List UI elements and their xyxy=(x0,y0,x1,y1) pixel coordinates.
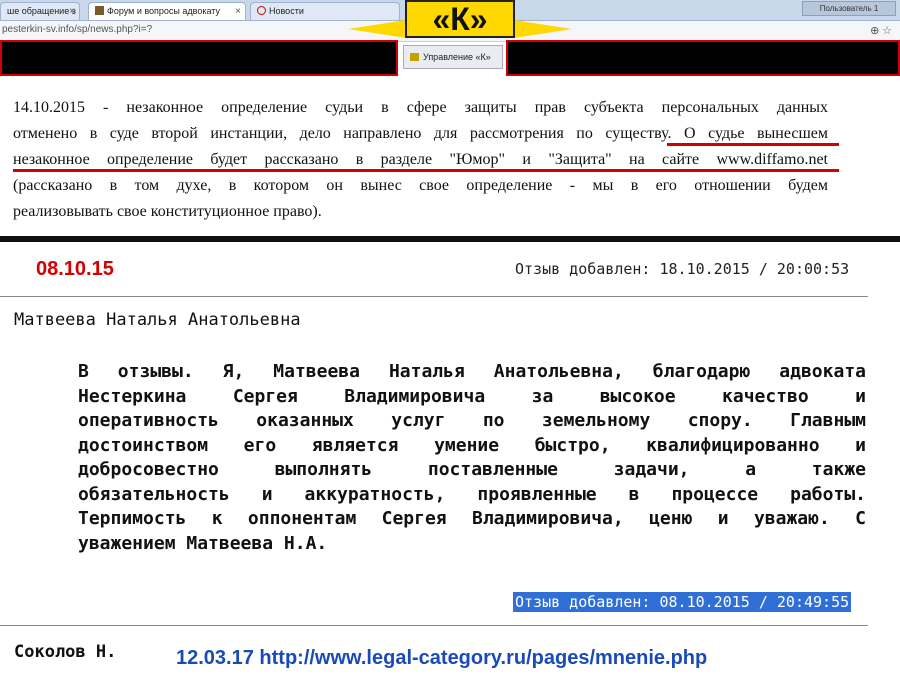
red-underline xyxy=(667,143,839,146)
review-line: Терпимость к оппонентам Сергея Владимиро… xyxy=(78,508,866,529)
review-author: Соколов Н. xyxy=(14,642,117,662)
review-line: Нестеркина Сергея Владимировича за высок… xyxy=(78,385,866,407)
arrow-right-icon xyxy=(514,20,572,38)
bookmark-label: Управление «К» xyxy=(423,52,491,62)
review-separator xyxy=(0,625,868,626)
tab-label: ше обращение з xyxy=(7,6,76,16)
close-tab-icon[interactable]: × xyxy=(69,3,75,20)
tab-appeals[interactable]: ше обращение з × xyxy=(0,2,80,20)
notice-paragraph: 14.10.2015 - незаконное определение судь… xyxy=(13,95,828,225)
tab-forum[interactable]: Форум и вопросы адвокату × xyxy=(88,2,246,20)
review-line: достоинством его является умение быстро,… xyxy=(78,434,866,456)
arrow-left-icon xyxy=(348,20,406,38)
notice-line: (рассказано в том духе, в котором он вын… xyxy=(13,177,828,194)
user-profile-button[interactable]: Пользователь 1 xyxy=(802,1,896,16)
section-divider xyxy=(0,236,900,242)
notice-line: реализовывать свое конституционное право… xyxy=(13,203,322,220)
review-text: В отзывы. Я, Матвеева Наталья Анатольевн… xyxy=(78,360,866,556)
tab-label: Новости xyxy=(269,6,304,16)
site-favicon-icon xyxy=(95,6,104,15)
review-added-timestamp: Отзыв добавлен: 18.10.2015 / 20:00:53 xyxy=(515,260,850,278)
review-separator xyxy=(0,296,868,297)
review-line: добросовестно выполнять поставленные зад… xyxy=(78,459,866,480)
redacted-bar-right xyxy=(506,40,900,76)
bookmark-icon xyxy=(410,53,419,61)
source-caption: 12.03.17 http://www.legal-category.ru/pa… xyxy=(176,647,708,669)
redacted-bar-left xyxy=(0,40,398,76)
red-underline xyxy=(13,169,839,172)
close-tab-icon[interactable]: × xyxy=(235,3,241,20)
tab-label: Форум и вопросы адвокату xyxy=(107,6,221,16)
review-author: Матвеева Наталья Анатольевна xyxy=(14,310,301,330)
notice-line: 14.10.2015 - незаконное определение судь… xyxy=(13,99,828,116)
date-tag: 08.10.15 xyxy=(36,258,114,280)
zoom-icon[interactable]: ⊕ ☆ xyxy=(870,24,892,37)
loading-icon xyxy=(257,6,266,15)
bookmark-tab-management-k[interactable]: Управление «К» xyxy=(403,45,503,69)
k-logo: «К» xyxy=(405,0,515,38)
review-added-timestamp-highlighted[interactable]: Отзыв добавлен: 08.10.2015 / 20:49:55 xyxy=(513,592,852,612)
tab-news[interactable]: Новости xyxy=(250,2,400,20)
review-line: уважением Матвеева Н.А. xyxy=(78,532,328,554)
review-line: обязательность и аккуратность, проявленн… xyxy=(78,483,866,505)
review-line: В отзывы. Я, Матвеева Наталья Анатольевн… xyxy=(78,361,866,382)
url-text[interactable]: pesterkin-sv.info/sp/news.php?i=? xyxy=(2,24,152,35)
review-line: оперативность оказанных услуг по земельн… xyxy=(78,410,866,431)
